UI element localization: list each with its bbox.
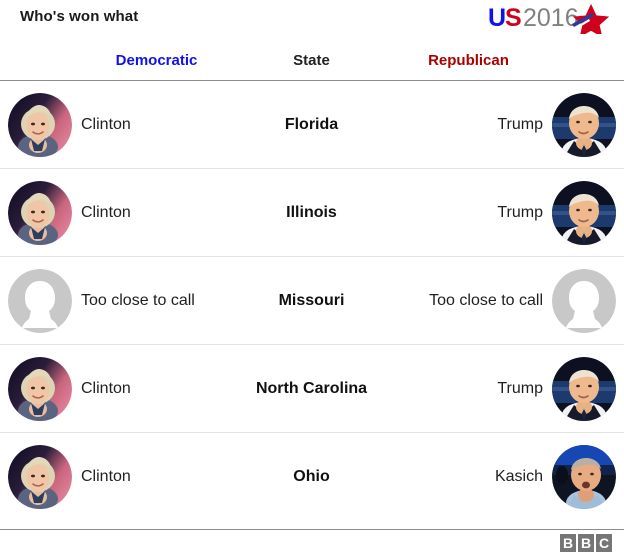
table-row: Too close to call Missouri Too close to ca… [0, 257, 624, 345]
republican-result: Trump [497, 169, 616, 256]
state-name: Missouri [278, 291, 345, 309]
bbc-logo: B B C [560, 534, 612, 552]
trump-photo-icon [552, 180, 616, 245]
bbc-logo-block-3: C [596, 534, 612, 552]
democratic-candidate-name: Clinton [81, 467, 131, 485]
republican-candidate-name: Trump [497, 379, 543, 397]
placeholder-silhouette-icon [552, 268, 616, 333]
table-row: Clinton Illinois Trump [0, 169, 624, 257]
column-header-state: State [293, 52, 330, 69]
state-name: North Carolina [255, 379, 368, 397]
kasich-photo-icon [552, 444, 616, 509]
table-row: Clinton North Carolina Trump [0, 345, 624, 433]
trump-photo-icon [552, 356, 616, 421]
page-title: Who's won what [20, 8, 139, 25]
logo-letter-s: S [505, 4, 522, 32]
democratic-result: Too close to call [8, 257, 195, 344]
state-name: Illinois [286, 203, 337, 221]
state-name: Florida [284, 115, 339, 133]
state-name: Ohio [293, 467, 330, 485]
logo-letter-u: U [488, 4, 506, 32]
us2016-logo: U S 2016 [488, 2, 610, 34]
republican-candidate-name: Too close to call [429, 291, 543, 309]
logo-year: 2016 [523, 4, 579, 32]
republican-result: Trump [497, 345, 616, 432]
column-header-republican: Republican [428, 52, 509, 69]
republican-candidate-name: Trump [497, 203, 543, 221]
republican-result: Too close to call [429, 257, 616, 344]
democratic-result: Clinton [8, 169, 131, 256]
republican-candidate-name: Kasich [494, 467, 543, 485]
republican-result: Trump [497, 81, 616, 168]
bbc-logo-block-1: B [560, 534, 576, 552]
placeholder-silhouette-icon [8, 268, 72, 333]
republican-candidate-name: Trump [497, 115, 543, 133]
clinton-photo-icon [8, 356, 72, 421]
column-header-democratic: Democratic [115, 52, 198, 69]
clinton-photo-icon [8, 92, 72, 157]
bbc-logo-block-2: B [578, 534, 594, 552]
footer-divider [0, 529, 624, 530]
democratic-candidate-name: Clinton [81, 203, 131, 221]
democratic-result: Clinton [8, 81, 131, 168]
republican-result: Kasich [495, 433, 616, 520]
trump-photo-icon [552, 92, 616, 157]
clinton-photo-icon [8, 444, 72, 509]
page-header: Who's won what U S 2016 [0, 0, 624, 48]
column-headers: Democratic State Republican [0, 48, 624, 80]
results-table: Clinton Florida Trump Clinton Illinois Trump T… [0, 81, 624, 520]
us2016-logo-svg: U S 2016 [488, 4, 609, 34]
clinton-photo-icon [8, 180, 72, 245]
table-row: Clinton Ohio Kasich [0, 433, 624, 520]
democratic-candidate-name: Too close to call [81, 291, 195, 309]
democratic-candidate-name: Clinton [81, 115, 131, 133]
democratic-result: Clinton [8, 345, 131, 432]
democratic-result: Clinton [8, 433, 131, 520]
democratic-candidate-name: Clinton [81, 379, 131, 397]
table-row: Clinton Florida Trump [0, 81, 624, 169]
